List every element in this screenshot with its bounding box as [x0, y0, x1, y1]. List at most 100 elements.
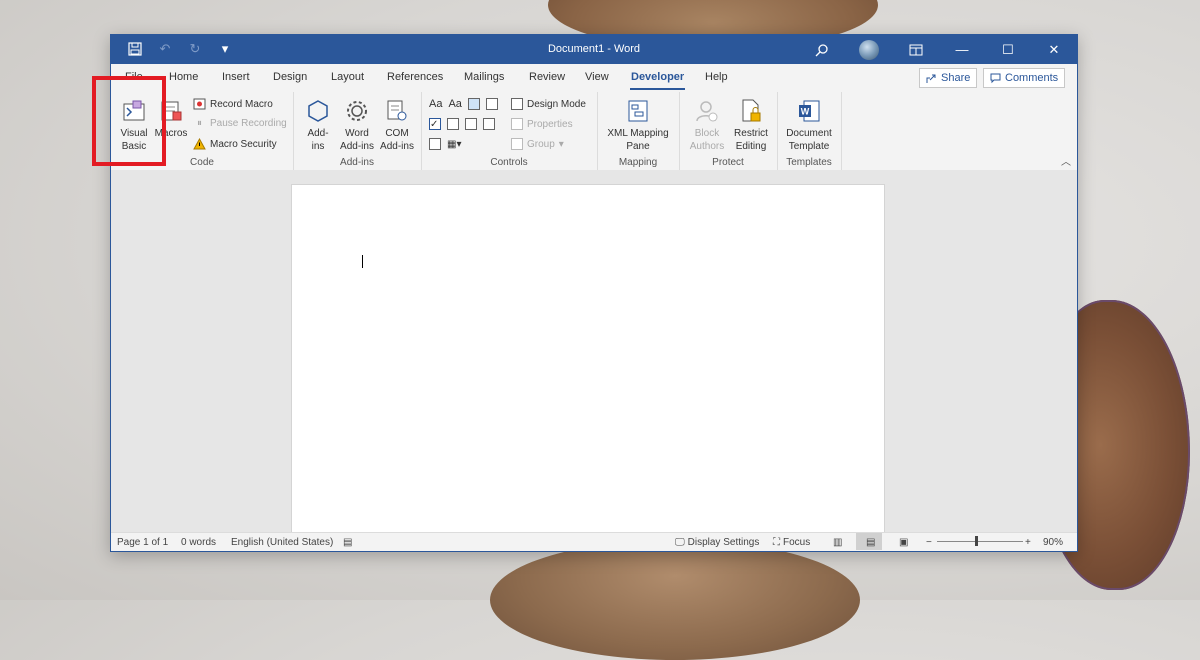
tab-home[interactable]: Home [169, 71, 198, 83]
zoom-slider-thumb[interactable] [975, 536, 978, 546]
account-avatar[interactable] [859, 40, 879, 60]
rich-text-control-icon[interactable]: Aa [429, 98, 442, 110]
collapse-ribbon-icon[interactable]: ︿ [1061, 153, 1071, 168]
picture-control-icon[interactable] [468, 98, 480, 110]
zoom-in-icon[interactable]: + [1025, 537, 1031, 548]
language-indicator[interactable]: English (United States) [231, 537, 333, 548]
block-authors-icon [694, 98, 720, 124]
repeating-section-control-icon[interactable] [429, 138, 441, 150]
macro-security-label: Macro Security [210, 139, 277, 150]
search-icon[interactable] [799, 35, 845, 64]
design-mode-button[interactable]: Design Mode [511, 98, 586, 110]
share-button[interactable]: Share [919, 68, 977, 88]
word-count[interactable]: 0 words [181, 537, 216, 548]
ribbon-tabs: File Home Insert Design Layout Reference… [111, 64, 1077, 92]
group-label-protect: Protect [679, 157, 777, 168]
tab-help[interactable]: Help [705, 71, 728, 83]
group-icon [511, 138, 523, 150]
warning-icon [193, 138, 206, 150]
maximize-icon[interactable]: ☐ [985, 35, 1031, 64]
tab-developer[interactable]: Developer [631, 71, 684, 83]
print-layout-icon[interactable]: ▤ [866, 537, 875, 548]
read-mode-icon[interactable]: ▥ [833, 537, 842, 548]
tab-design[interactable]: Design [273, 71, 307, 83]
focus-button[interactable]: ⛶ Focus [773, 537, 810, 548]
checkbox-control-icon[interactable]: ✓ [429, 118, 441, 130]
restrict-editing-label: Restrict Editing [731, 127, 771, 153]
comments-button[interactable]: Comments [983, 68, 1065, 88]
group-label-addins: Add-ins [293, 157, 421, 168]
restrict-editing-button[interactable]: Restrict Editing [731, 98, 771, 153]
chevron-down-icon: ▾ [559, 139, 564, 150]
properties-label: Properties [527, 119, 573, 130]
document-area[interactable] [111, 170, 1077, 533]
comments-label: Comments [1005, 72, 1058, 84]
background-leaf [490, 540, 860, 660]
tab-layout[interactable]: Layout [331, 71, 364, 83]
svg-text:W: W [801, 107, 810, 117]
tab-view[interactable]: View [585, 71, 609, 83]
xml-mapping-pane-label: XML Mapping Pane [605, 127, 671, 153]
word-window: ↶ ↻ ▾ Document1 - Word — ☐ ✕ File Home I… [110, 34, 1078, 552]
tab-mailings[interactable]: Mailings [464, 71, 504, 83]
plain-text-control-icon[interactable]: Aa [448, 98, 461, 110]
record-macro-icon [193, 98, 206, 110]
group-button[interactable]: Group ▾ [511, 138, 564, 150]
page-count[interactable]: Page 1 of 1 [117, 537, 168, 548]
design-mode-label: Design Mode [527, 99, 586, 110]
tab-insert[interactable]: Insert [222, 71, 250, 83]
focus-icon: ⛶ [773, 537, 780, 548]
record-macro-button[interactable]: Record Macro [193, 98, 273, 110]
block-authors-label: Block Authors [687, 127, 727, 153]
document-template-button[interactable]: W Document Template [783, 98, 835, 153]
web-layout-icon[interactable]: ▣ [899, 537, 908, 548]
zoom-level[interactable]: 90% [1043, 537, 1063, 548]
addins-label: Add-ins [303, 127, 333, 153]
pause-recording-button[interactable]: ⏸ Pause Recording [193, 118, 287, 129]
ribbon-display-options-icon[interactable] [893, 35, 939, 64]
tab-review[interactable]: Review [529, 71, 565, 83]
document-page[interactable] [291, 184, 885, 533]
com-addins-icon [384, 98, 410, 124]
monitor-icon: 🖵 [675, 537, 685, 548]
zoom-slider[interactable] [937, 541, 1023, 542]
group-label: Group [527, 139, 555, 150]
group-addins: Add-ins Word Add-ins COM Add-ins Add-ins [293, 92, 422, 170]
minimize-icon[interactable]: — [939, 35, 985, 64]
com-addins-button[interactable]: COM Add-ins [379, 98, 415, 153]
building-block-control-icon[interactable] [486, 98, 498, 110]
addins-button[interactable]: Add-ins [303, 98, 333, 153]
properties-icon [511, 118, 523, 130]
legacy-tools-icon[interactable]: ▦▾ [447, 139, 461, 150]
group-controls: Aa Aa ✓ ▦▾ Design Mode Propertie [421, 92, 598, 170]
group-label-controls: Controls [421, 157, 597, 168]
block-authors-button[interactable]: Block Authors [687, 98, 727, 153]
word-addins-button[interactable]: Word Add-ins [339, 98, 375, 153]
ribbon-developer: Visual Basic Macros Record Macro ⏸ Pause… [111, 92, 1077, 171]
share-icon [926, 73, 937, 84]
word-document-icon: W [796, 98, 822, 124]
focus-label: Focus [783, 537, 810, 548]
dropdown-control-icon[interactable] [465, 118, 477, 130]
design-mode-icon [511, 98, 523, 110]
title-bar: ↶ ↻ ▾ Document1 - Word — ☐ ✕ [111, 35, 1077, 64]
proofing-icon[interactable]: ▤ [343, 537, 352, 548]
com-addins-label: COM Add-ins [379, 127, 415, 153]
close-icon[interactable]: ✕ [1031, 35, 1077, 64]
macro-security-button[interactable]: Macro Security [193, 138, 277, 150]
properties-button[interactable]: Properties [511, 118, 573, 130]
combo-box-control-icon[interactable] [447, 118, 459, 130]
record-macro-label: Record Macro [210, 99, 273, 110]
date-picker-control-icon[interactable] [483, 118, 495, 130]
word-addins-label: Word Add-ins [339, 127, 375, 153]
addins-icon [305, 98, 331, 124]
controls-row-3: ▦▾ [429, 138, 461, 150]
controls-row-1: Aa Aa [429, 98, 498, 110]
group-mapping: XML Mapping Pane Mapping [597, 92, 680, 170]
display-settings-button[interactable]: 🖵 Display Settings [675, 537, 759, 548]
tab-references[interactable]: References [387, 71, 443, 83]
comment-icon [990, 73, 1001, 84]
zoom-out-icon[interactable]: − [926, 537, 932, 548]
xml-mapping-pane-button[interactable]: XML Mapping Pane [603, 98, 673, 153]
group-protect: Block Authors Restrict Editing Protect [679, 92, 778, 170]
